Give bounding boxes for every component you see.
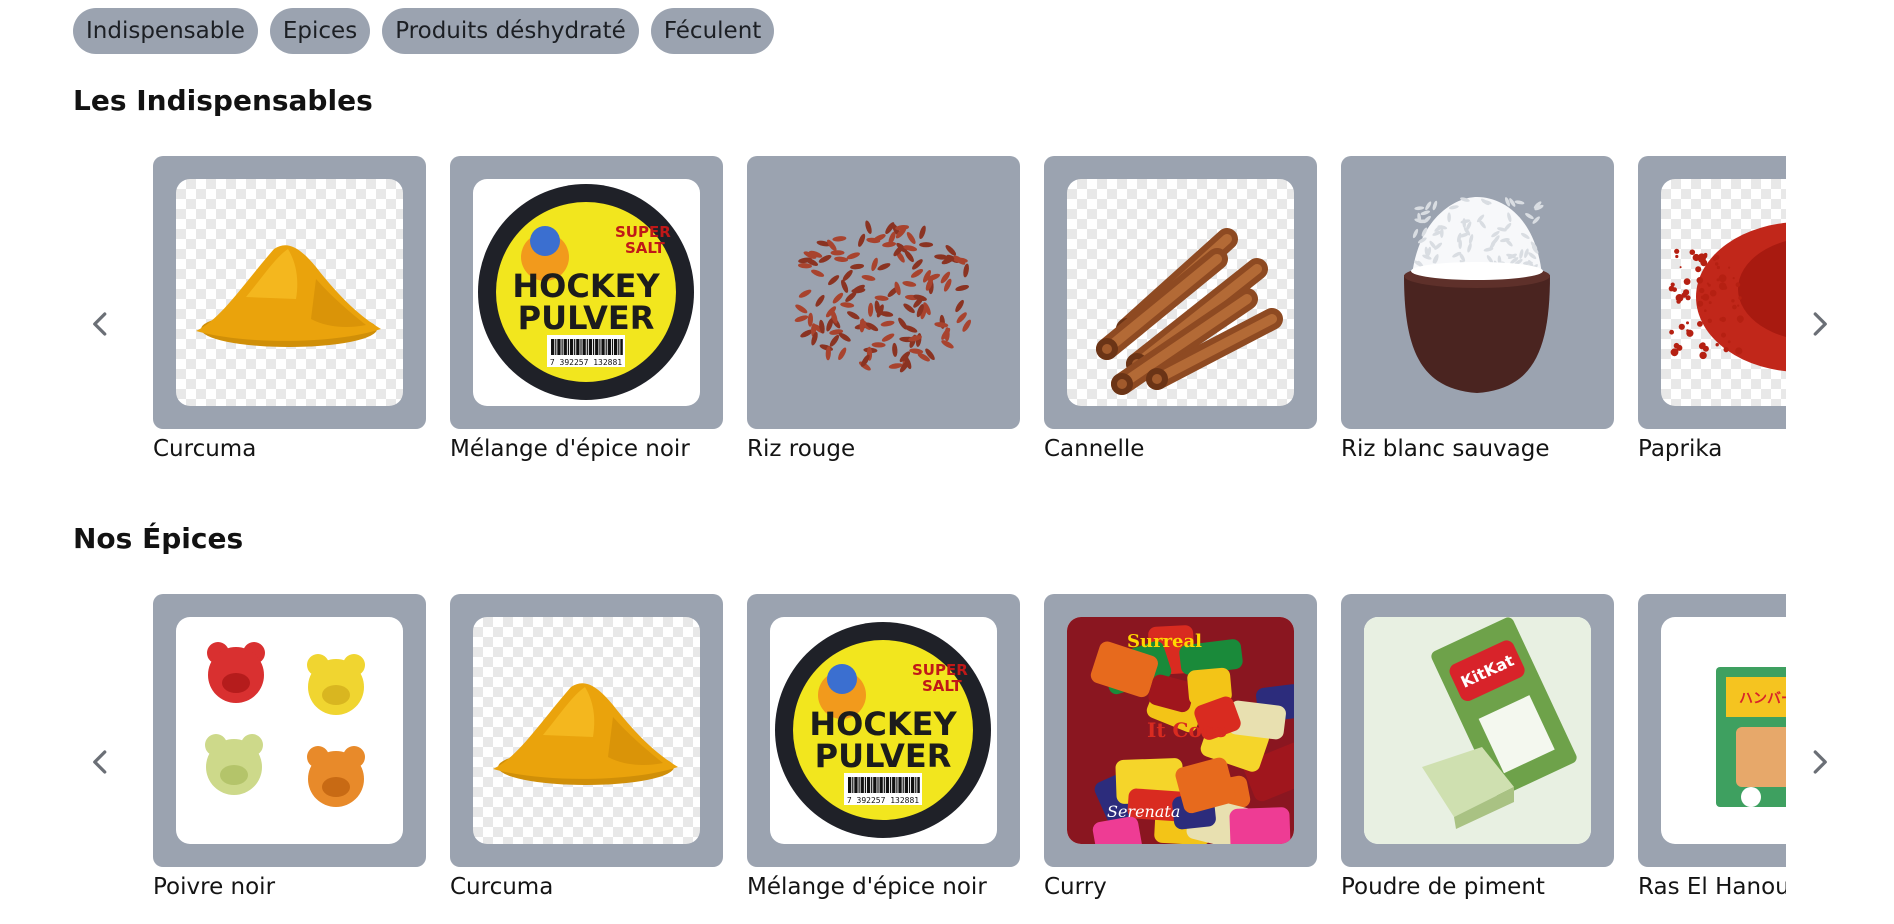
product-card[interactable]: Riz rouge [747,156,1020,486]
product-image [1067,179,1294,406]
hockey-pulver-tin-image: SUPERSALTHOCKEYPULVER7 392257 132881 [775,622,991,838]
chevron-right-icon [1813,750,1827,774]
product-image-frame: ハンバーガー [1638,594,1786,867]
svg-text:Serenata: Serenata [1107,802,1180,821]
svg-text:SALT: SALT [625,239,665,257]
carousel-epices: Poivre noir Curcuma SUPER SALT HOCKEY PULVER 7… [73,594,1853,924]
gummy-bears-image [205,642,365,807]
product-card[interactable]: Riz blanc sauvage [1341,156,1614,486]
product-image-frame [153,594,426,867]
section-title-indispensables: Les Indispensables [73,84,373,117]
svg-text:SALT: SALT [922,677,962,695]
svg-text:ハンバーガー: ハンバーガー [1739,691,1786,707]
product-name: Ras El Hanout [1638,874,1786,900]
product-image [473,617,700,844]
tab-indispensable[interactable]: Indispensable [73,8,258,54]
product-image [176,617,403,844]
product-name: Curcuma [450,874,554,900]
product-image [1661,179,1786,406]
product-card[interactable]: SUPER SALT HOCKEY PULVER 7 392257 132881 Méla… [450,156,723,486]
matcha-kitkat-image: KitKat [1364,617,1591,844]
tab-epices[interactable]: Epices [269,8,371,54]
carousel-next-button[interactable] [1791,296,1847,352]
svg-text:7 392257 132881: 7 392257 132881 [847,796,919,805]
product-image [1364,179,1591,406]
product-card[interactable]: SUPER SALT HOCKEY PULVER 7 392257 132881 Méla… [747,594,1020,924]
svg-text:PULVER: PULVER [815,737,952,775]
product-image-frame [153,156,426,429]
product-image [176,179,403,406]
carousel-indispensables: Curcuma SUPER SALT HOCKEY PULVER 7 392257 132… [73,156,1853,486]
product-image: KitKat [1364,617,1591,844]
product-image-frame: SUPER SALT HOCKEY PULVER 7 392257 132881 [450,156,723,429]
chevron-right-icon [1813,312,1827,336]
product-card[interactable]: Cannelle [1044,156,1317,486]
tab-produits-deshydrates[interactable]: Produits déshydraté [382,8,639,54]
product-image-frame: Surreal It Coco Serenata [1044,594,1317,867]
product-image-frame: SUPER SALT HOCKEY PULVER 7 392257 132881 [747,594,1020,867]
product-card[interactable]: KitKat Poudre de piment [1341,594,1614,924]
product-image-frame [747,156,1020,429]
product-image-frame [1341,156,1614,429]
cinnamon-sticks-image [1096,228,1283,395]
product-name: Curry [1044,874,1107,900]
carousel-next-button[interactable] [1791,734,1847,790]
product-name: Riz blanc sauvage [1341,436,1550,462]
product-name: Curcuma [153,436,257,462]
product-name: Mélange d'épice noir [450,436,690,462]
product-name: Poudre de piment [1341,874,1545,900]
product-image-frame [450,594,723,867]
product-card[interactable]: Curcuma [450,594,723,924]
hockey-pulver-tin-image: SUPERSALTHOCKEYPULVER7 392257 132881 [478,184,694,400]
category-tabs: Indispensable Epices Produits déshydraté… [73,8,775,54]
product-name: Cannelle [1044,436,1145,462]
svg-text:It Coco: It Coco [1147,718,1227,742]
product-card[interactable]: ハンバーガー Ras El Hanout [1638,594,1786,924]
product-image-frame: KitKat [1341,594,1614,867]
product-image: Surreal It Coco Serenata [1067,617,1294,844]
carousel-prev-button[interactable] [73,296,129,352]
chevron-left-icon [93,312,107,336]
section-title-epices: Nos Épices [73,522,244,555]
product-image-frame [1044,156,1317,429]
product-card[interactable]: Poivre noir [153,594,426,924]
chevron-left-icon [93,750,107,774]
product-image [770,179,997,406]
paprika-powder-image [1668,222,1786,372]
turmeric-powder-image [493,683,678,785]
product-card[interactable]: Curcuma [153,156,426,486]
snack-box-image: ハンバーガー [1716,667,1786,807]
product-name: Poivre noir [153,874,276,900]
carousel-track: Curcuma SUPER SALT HOCKEY PULVER 7 392257 132… [153,156,1786,486]
red-rice-image [794,220,972,373]
carousel-track: Poivre noir Curcuma SUPER SALT HOCKEY PULVER 7… [153,594,1786,924]
svg-text:PULVER: PULVER [518,299,655,337]
product-name: Mélange d'épice noir [747,874,987,900]
product-card[interactable]: Surreal It Coco Serenata Curry [1044,594,1317,924]
product-image-frame [1638,156,1786,429]
product-image: ハンバーガー [1661,617,1786,844]
product-image: SUPER SALT HOCKEY PULVER 7 392257 132881 [770,617,997,844]
wrapped-candies-image: Surreal It Coco Serenata [1067,617,1294,844]
product-card[interactable]: Paprika [1638,156,1786,486]
tab-feculent[interactable]: Féculent [650,8,775,54]
carousel-prev-button[interactable] [73,734,129,790]
svg-text:Surreal: Surreal [1127,631,1202,652]
product-name: Paprika [1638,436,1723,462]
svg-text:7 392257 132881: 7 392257 132881 [550,358,622,367]
product-name: Riz rouge [747,436,856,462]
turmeric-powder-image [196,245,381,347]
product-image: SUPER SALT HOCKEY PULVER 7 392257 132881 [473,179,700,406]
rice-bowl-image [1404,197,1550,393]
